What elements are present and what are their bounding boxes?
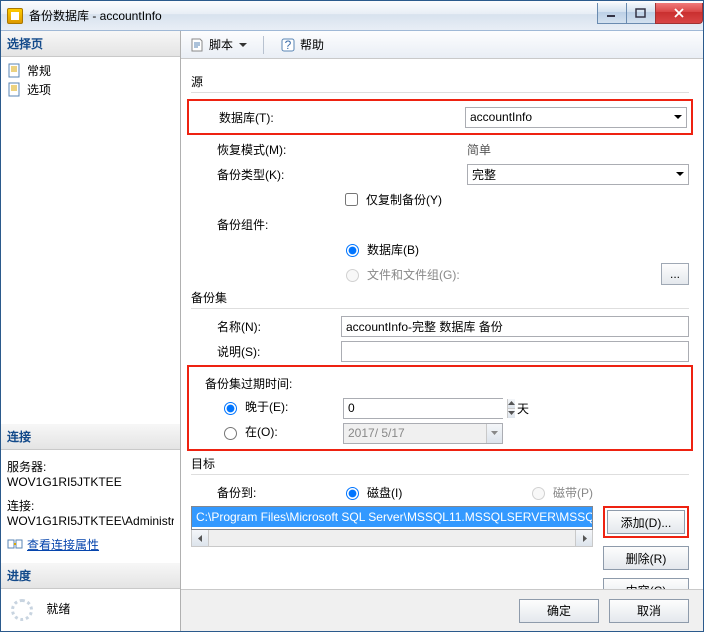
contents-button[interactable]: 内容(C) — [603, 578, 689, 589]
radio-expire-on[interactable]: 在(O): — [219, 423, 278, 440]
spin-down-button[interactable] — [508, 409, 515, 418]
highlight-database-row: 数据库(T): accountInfo — [187, 99, 693, 135]
expire-title: 备份集过期时间: — [193, 375, 292, 392]
copy-only-checkbox[interactable]: 仅复制备份(Y) — [341, 190, 442, 209]
sidebar-item-label: 常规 — [27, 62, 51, 79]
help-icon: ? — [280, 37, 296, 53]
chevron-down-icon — [676, 172, 684, 180]
remove-destination-button[interactable]: 删除(R) — [603, 546, 689, 570]
sidebar-pages-title: 选择页 — [1, 31, 180, 57]
titlebar[interactable]: 备份数据库 - accountInfo — [1, 1, 703, 31]
ok-button[interactable]: 确定 — [519, 599, 599, 623]
highlight-expiration-box: 备份集过期时间: 晚于(E): — [187, 365, 693, 451]
set-name-label: 名称(N): — [191, 318, 341, 335]
progress-spinner-icon — [11, 599, 33, 621]
radio-disk[interactable]: 磁盘(I) — [341, 484, 402, 501]
sidebar-item-general[interactable]: 常规 — [7, 61, 174, 80]
dialog-window: 备份数据库 - accountInfo 选择页 常规 选项 连接 — [0, 0, 704, 632]
help-button[interactable]: ? 帮助 — [280, 36, 324, 53]
expire-on-datepicker: 2017/ 5/17 — [343, 423, 503, 444]
backup-type-label: 备份类型(K): — [191, 166, 341, 183]
server-label: 服务器: — [7, 458, 174, 475]
horizontal-scrollbar[interactable] — [191, 530, 593, 547]
destination-item[interactable]: C:\Program Files\Microsoft SQL Server\MS… — [192, 507, 592, 527]
connection-icon — [7, 536, 23, 552]
set-desc-input[interactable] — [341, 341, 689, 362]
maximize-button[interactable] — [626, 3, 656, 24]
backup-to-label: 备份到: — [191, 484, 341, 501]
scroll-left-button[interactable] — [192, 530, 209, 546]
page-icon — [7, 63, 23, 79]
sidebar-item-options[interactable]: 选项 — [7, 80, 174, 99]
toolbar-separator — [263, 36, 264, 54]
view-connection-properties-link[interactable]: 查看连接属性 — [7, 536, 99, 553]
sidebar-progress-title: 进度 — [1, 563, 180, 589]
svg-text:?: ? — [285, 38, 292, 52]
sidebar-connection-title: 连接 — [1, 424, 180, 450]
destination-list[interactable]: C:\Program Files\Microsoft SQL Server\MS… — [191, 506, 593, 530]
toolbar: 脚本 ? 帮助 — [181, 31, 703, 59]
minimize-button[interactable] — [597, 3, 627, 24]
destination-group-label: 目标 — [191, 455, 689, 472]
recovery-model-value: 简单 — [467, 141, 689, 158]
app-icon — [7, 8, 23, 24]
set-name-input[interactable] — [341, 316, 689, 337]
chevron-down-icon — [674, 115, 682, 123]
radio-expire-after[interactable]: 晚于(E): — [219, 398, 288, 415]
datepicker-button — [486, 424, 502, 443]
connection-value: WOV1G1RI5JTKTEE\Administrat — [7, 514, 174, 528]
backup-component-label: 备份组件: — [191, 216, 341, 233]
server-value: WOV1G1RI5JTKTEE — [7, 475, 174, 489]
spin-up-button[interactable] — [508, 399, 515, 409]
connection-info: 服务器: WOV1G1RI5JTKTEE 连接: WOV1G1RI5JTKTEE… — [1, 450, 180, 564]
progress-state: 就绪 — [46, 602, 70, 616]
radio-database[interactable]: 数据库(B) — [341, 241, 419, 258]
cancel-button[interactable]: 取消 — [609, 599, 689, 623]
radio-files-and-filegroups: 文件和文件组(G): — [341, 266, 460, 283]
script-icon — [189, 37, 205, 53]
highlight-add-button: 添加(D)... — [603, 506, 689, 538]
recovery-model-label: 恢复模式(M): — [191, 141, 341, 158]
set-desc-label: 说明(S): — [191, 343, 341, 360]
expire-after-spinner[interactable] — [343, 398, 503, 419]
scroll-right-button[interactable] — [575, 530, 592, 546]
sidebar-item-label: 选项 — [27, 81, 51, 98]
database-label: 数据库(T): — [193, 109, 343, 126]
script-button[interactable]: 脚本 — [189, 36, 247, 53]
progress-box: 就绪 — [1, 589, 180, 631]
dialog-footer: 确定 取消 — [181, 589, 703, 631]
backup-type-combo[interactable]: 完整 — [467, 164, 689, 185]
sidebar: 选择页 常规 选项 连接 服务器: WOV1G1RI5JTKTEE 连接: WO… — [1, 31, 181, 631]
connection-label: 连接: — [7, 497, 174, 514]
chevron-down-icon — [239, 43, 247, 51]
window-title: 备份数据库 - accountInfo — [29, 7, 598, 24]
close-button[interactable] — [655, 3, 703, 24]
database-combo[interactable]: accountInfo — [465, 107, 687, 128]
add-destination-button[interactable]: 添加(D)... — [607, 510, 685, 534]
backup-set-group-label: 备份集 — [191, 289, 689, 306]
expire-after-unit: 天 — [517, 400, 529, 417]
page-icon — [7, 82, 23, 98]
files-browse-button[interactable]: ... — [661, 263, 689, 285]
source-group-label: 源 — [191, 73, 689, 90]
radio-tape: 磁带(P) — [527, 484, 593, 501]
